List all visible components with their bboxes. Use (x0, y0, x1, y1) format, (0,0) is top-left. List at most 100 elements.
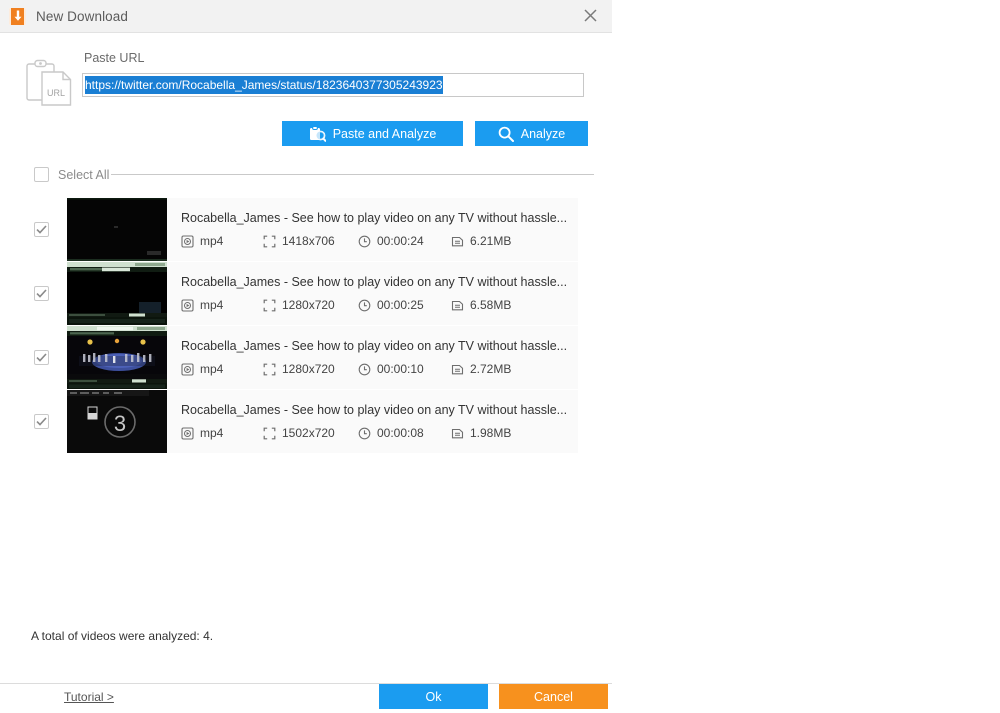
size-value: 6.58MB (470, 298, 512, 312)
url-input[interactable]: https://twitter.com/Rocabella_James/stat… (82, 73, 584, 97)
video-title: Rocabella_James - See how to play video … (181, 403, 568, 417)
format-icon (181, 298, 194, 312)
row-details: Rocabella_James - See how to play video … (167, 326, 578, 389)
meta-format: mp4 (181, 234, 263, 248)
file-icon (451, 428, 464, 438)
meta-size: 2.72MB (451, 362, 531, 376)
action-buttons: Paste and Analyze Analyze (282, 121, 612, 146)
clock-icon (358, 235, 371, 247)
format-icon (181, 426, 194, 440)
clock-icon (358, 299, 371, 311)
file-icon (451, 236, 464, 246)
row-details: Rocabella_James - See how to play video … (167, 198, 578, 261)
status-message: A total of videos were analyzed: 4. (31, 629, 214, 643)
concert-stage-frame (67, 326, 167, 389)
format-value: mp4 (200, 426, 224, 440)
duration-value: 00:00:25 (377, 298, 424, 312)
paste-url-label: Paste URL (84, 51, 145, 65)
row-details: Rocabella_James - See how to play video … (167, 262, 578, 325)
video-title: Rocabella_James - See how to play video … (181, 211, 568, 225)
format-value: mp4 (200, 362, 224, 376)
video-list: Rocabella_James - See how to play video … (0, 198, 612, 453)
meta-resolution: 1418x706 (263, 234, 358, 248)
video-meta: mp4 1502x720 00:00:08 1.98MB (181, 426, 578, 440)
dark-video-frame (67, 198, 167, 261)
resolution-icon (263, 427, 276, 439)
video-thumbnail: 3 (67, 390, 167, 453)
select-all-row: Select All (34, 167, 594, 182)
meta-duration: 00:00:24 (358, 234, 451, 248)
duration-value: 00:00:10 (377, 362, 424, 376)
format-icon (181, 234, 194, 248)
window-title: New Download (36, 8, 128, 24)
close-icon[interactable] (568, 0, 612, 31)
resolution-value: 1418x706 (282, 234, 335, 248)
analyze-label: Analyze (520, 126, 566, 141)
row-checkbox[interactable] (34, 222, 49, 237)
meta-size: 6.21MB (451, 234, 531, 248)
dialog-footer: Tutorial > Ok Cancel (0, 683, 612, 713)
meta-resolution: 1280x720 (263, 362, 358, 376)
meta-size: 1.98MB (451, 426, 531, 440)
row-checkbox[interactable] (34, 414, 49, 429)
video-meta: mp4 1280x720 00:00:10 2.72MB (181, 362, 578, 376)
video-thumbnail (67, 326, 167, 389)
countdown-three-frame: 3 (67, 390, 167, 453)
paste-and-analyze-label: Paste and Analyze (332, 126, 437, 141)
video-thumbnail (67, 262, 167, 325)
size-value: 1.98MB (470, 426, 512, 440)
file-icon (451, 364, 464, 374)
meta-duration: 00:00:08 (358, 426, 451, 440)
row-details: Rocabella_James - See how to play video … (167, 390, 578, 453)
close-glyph (583, 9, 597, 22)
format-value: mp4 (200, 298, 224, 312)
format-icon (181, 362, 194, 376)
player-window-dark (67, 262, 167, 325)
resolution-icon (263, 299, 276, 311)
download-arrow-glyph (14, 10, 21, 21)
row-checkbox[interactable] (34, 350, 49, 365)
duration-value: 00:00:24 (377, 234, 424, 248)
table-row[interactable]: 3 Rocabella_James - See how to play vide… (34, 390, 578, 453)
video-meta: mp4 1280x720 00:00:25 6.58MB (181, 298, 578, 312)
clipboard-search-icon (309, 125, 326, 142)
resolution-value: 1502x720 (282, 426, 335, 440)
video-meta: mp4 1418x706 00:00:24 6.21MB (181, 234, 578, 248)
checkmark-icon (36, 225, 47, 234)
table-row[interactable]: Rocabella_James - See how to play video … (34, 326, 578, 389)
meta-resolution: 1280x720 (263, 298, 358, 312)
analyze-button[interactable]: Analyze (475, 121, 588, 146)
paste-and-analyze-button[interactable]: Paste and Analyze (282, 121, 463, 146)
ok-button[interactable]: Ok (379, 684, 488, 709)
meta-size: 6.58MB (451, 298, 531, 312)
meta-format: mp4 (181, 298, 263, 312)
table-row[interactable]: Rocabella_James - See how to play video … (34, 198, 578, 261)
resolution-value: 1280x720 (282, 298, 335, 312)
meta-duration: 00:00:10 (358, 362, 451, 376)
select-all-checkbox[interactable] (34, 167, 49, 182)
clipboard-url-icon: URL (26, 59, 72, 106)
table-row[interactable]: Rocabella_James - See how to play video … (34, 262, 578, 325)
meta-format: mp4 (181, 426, 263, 440)
select-all-divider (111, 174, 594, 175)
resolution-value: 1280x720 (282, 362, 335, 376)
clock-icon (358, 363, 371, 375)
resolution-icon (263, 363, 276, 375)
row-checkbox[interactable] (34, 286, 49, 301)
cancel-button[interactable]: Cancel (499, 684, 608, 709)
checkmark-icon (36, 353, 47, 362)
tutorial-link[interactable]: Tutorial > (64, 690, 114, 704)
file-icon (451, 300, 464, 310)
svg-text:3: 3 (114, 411, 126, 436)
video-thumbnail (67, 198, 167, 261)
meta-resolution: 1502x720 (263, 426, 358, 440)
url-section: URL Paste URL https://twitter.com/Rocabe… (0, 33, 612, 107)
search-icon (498, 126, 514, 142)
checkmark-icon (36, 417, 47, 426)
resolution-icon (263, 235, 276, 247)
duration-value: 00:00:08 (377, 426, 424, 440)
video-title: Rocabella_James - See how to play video … (181, 339, 568, 353)
url-input-value: https://twitter.com/Rocabella_James/stat… (85, 76, 443, 94)
meta-format: mp4 (181, 362, 263, 376)
url-fields: Paste URL https://twitter.com/Rocabella_… (82, 51, 612, 97)
